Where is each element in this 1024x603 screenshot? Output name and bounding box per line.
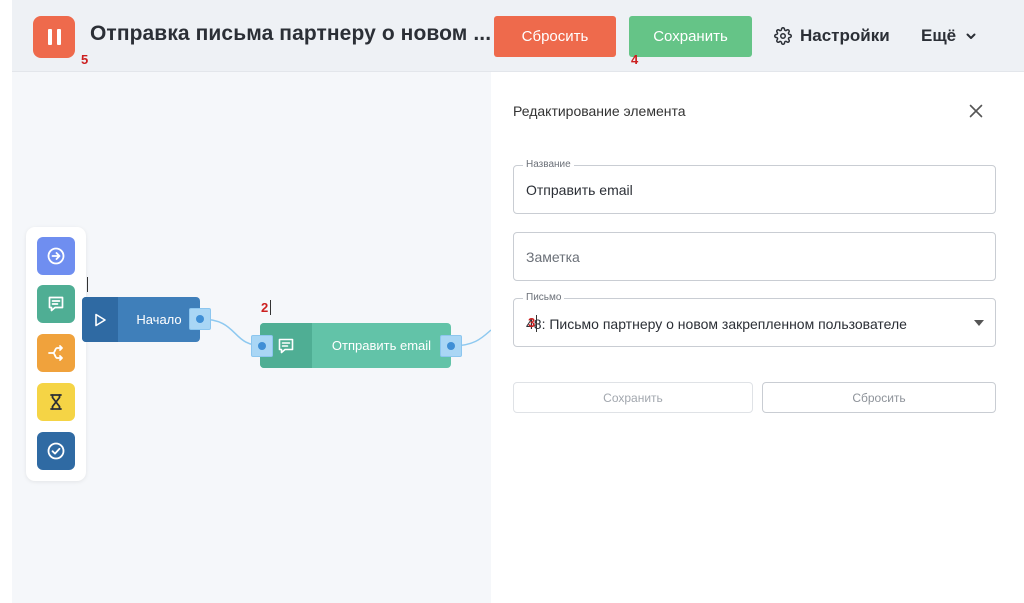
dropdown-arrow-icon bbox=[974, 320, 984, 326]
letter-select[interactable]: Письмо 48: Письмо партнеру о новом закре… bbox=[513, 292, 996, 347]
send-email-node[interactable]: Отправить email bbox=[260, 323, 451, 368]
note-field-placeholder: Заметка bbox=[526, 249, 580, 265]
name-field[interactable]: Название Отправить email bbox=[513, 159, 996, 214]
close-icon bbox=[969, 104, 983, 118]
edit-element-panel: Редактирование элемента Название Отправи… bbox=[491, 72, 1024, 603]
send-email-output-port[interactable] bbox=[440, 335, 462, 357]
message-icon bbox=[278, 338, 294, 353]
note-field[interactable]: Заметка bbox=[513, 232, 996, 281]
letter-select-value: 48: Письмо партнеру о новом закрепленном… bbox=[526, 316, 907, 332]
name-field-label: Название bbox=[523, 159, 574, 170]
start-node-output-port[interactable] bbox=[189, 308, 211, 330]
text-cursor bbox=[536, 315, 537, 332]
app-frame: Отправка письма партнеру о новом ... Сбр… bbox=[12, 0, 1024, 603]
panel-reset-button[interactable]: Сбросить bbox=[762, 382, 996, 413]
name-field-value: Отправить email bbox=[526, 182, 633, 198]
marker-3: 3 bbox=[528, 315, 536, 330]
start-node[interactable]: Начало bbox=[82, 297, 200, 342]
close-button[interactable] bbox=[965, 100, 987, 122]
letter-select-label: Письмо bbox=[523, 292, 565, 303]
send-email-input-port[interactable] bbox=[251, 335, 273, 357]
start-node-label: Начало bbox=[136, 312, 182, 327]
panel-title: Редактирование элемента bbox=[513, 103, 686, 119]
play-icon bbox=[95, 313, 106, 326]
panel-save-button[interactable]: Сохранить bbox=[513, 382, 753, 413]
send-email-node-label: Отправить email bbox=[331, 338, 432, 353]
